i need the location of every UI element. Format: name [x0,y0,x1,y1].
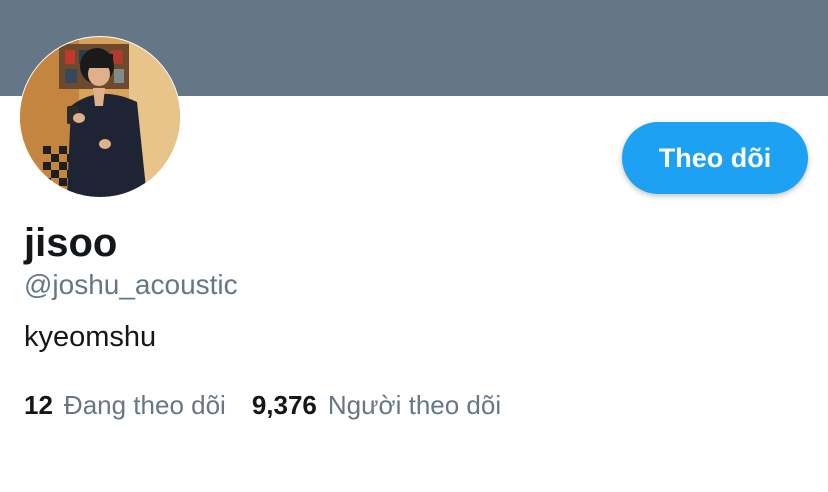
display-name: jisoo [24,221,118,265]
profile-handle: @joshu_acoustic [24,269,238,300]
profile-photo-icon [20,37,180,197]
profile-bio: kyeomshu [24,321,157,353]
following-count: 12 [24,390,53,420]
profile-avatar[interactable] [19,36,181,198]
profile-stats: 12 Đang theo dõi 9,376 Người theo dõi [24,388,527,422]
followers-count: 9,376 [251,390,317,420]
follow-button[interactable]: Theo dõi [622,122,808,194]
following-label: Đang theo dõi [63,390,226,420]
followers-stat-link[interactable]: 9,376 Người theo dõi [252,388,501,422]
following-stat-link[interactable]: 12 Đang theo dõi [24,388,226,422]
followers-label: Người theo dõi [327,390,502,420]
